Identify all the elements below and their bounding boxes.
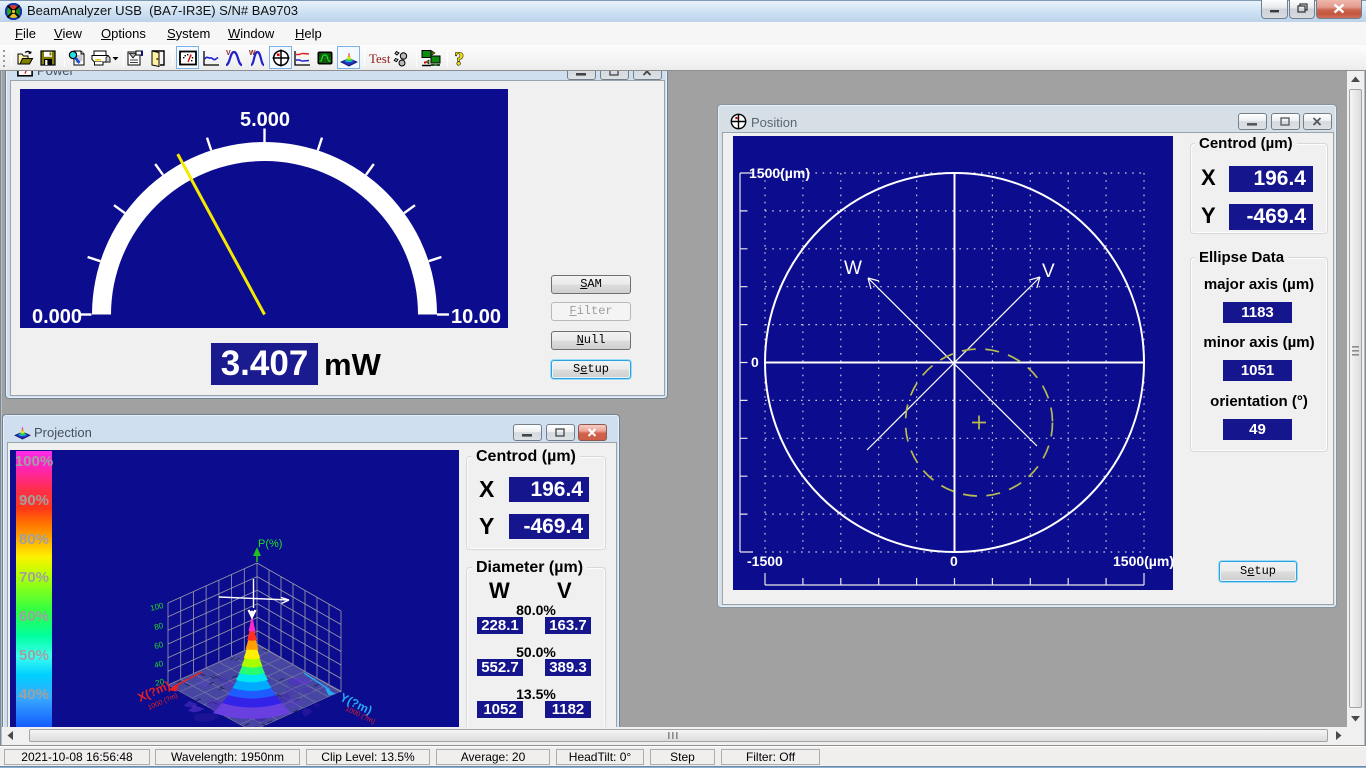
svg-text:60: 60 xyxy=(153,640,164,651)
svg-text:80: 80 xyxy=(153,621,164,632)
svg-text:40: 40 xyxy=(153,659,164,670)
svg-text:P(%): P(%) xyxy=(258,538,282,550)
svg-text:?: ? xyxy=(455,49,465,67)
svg-text:100: 100 xyxy=(149,601,165,613)
